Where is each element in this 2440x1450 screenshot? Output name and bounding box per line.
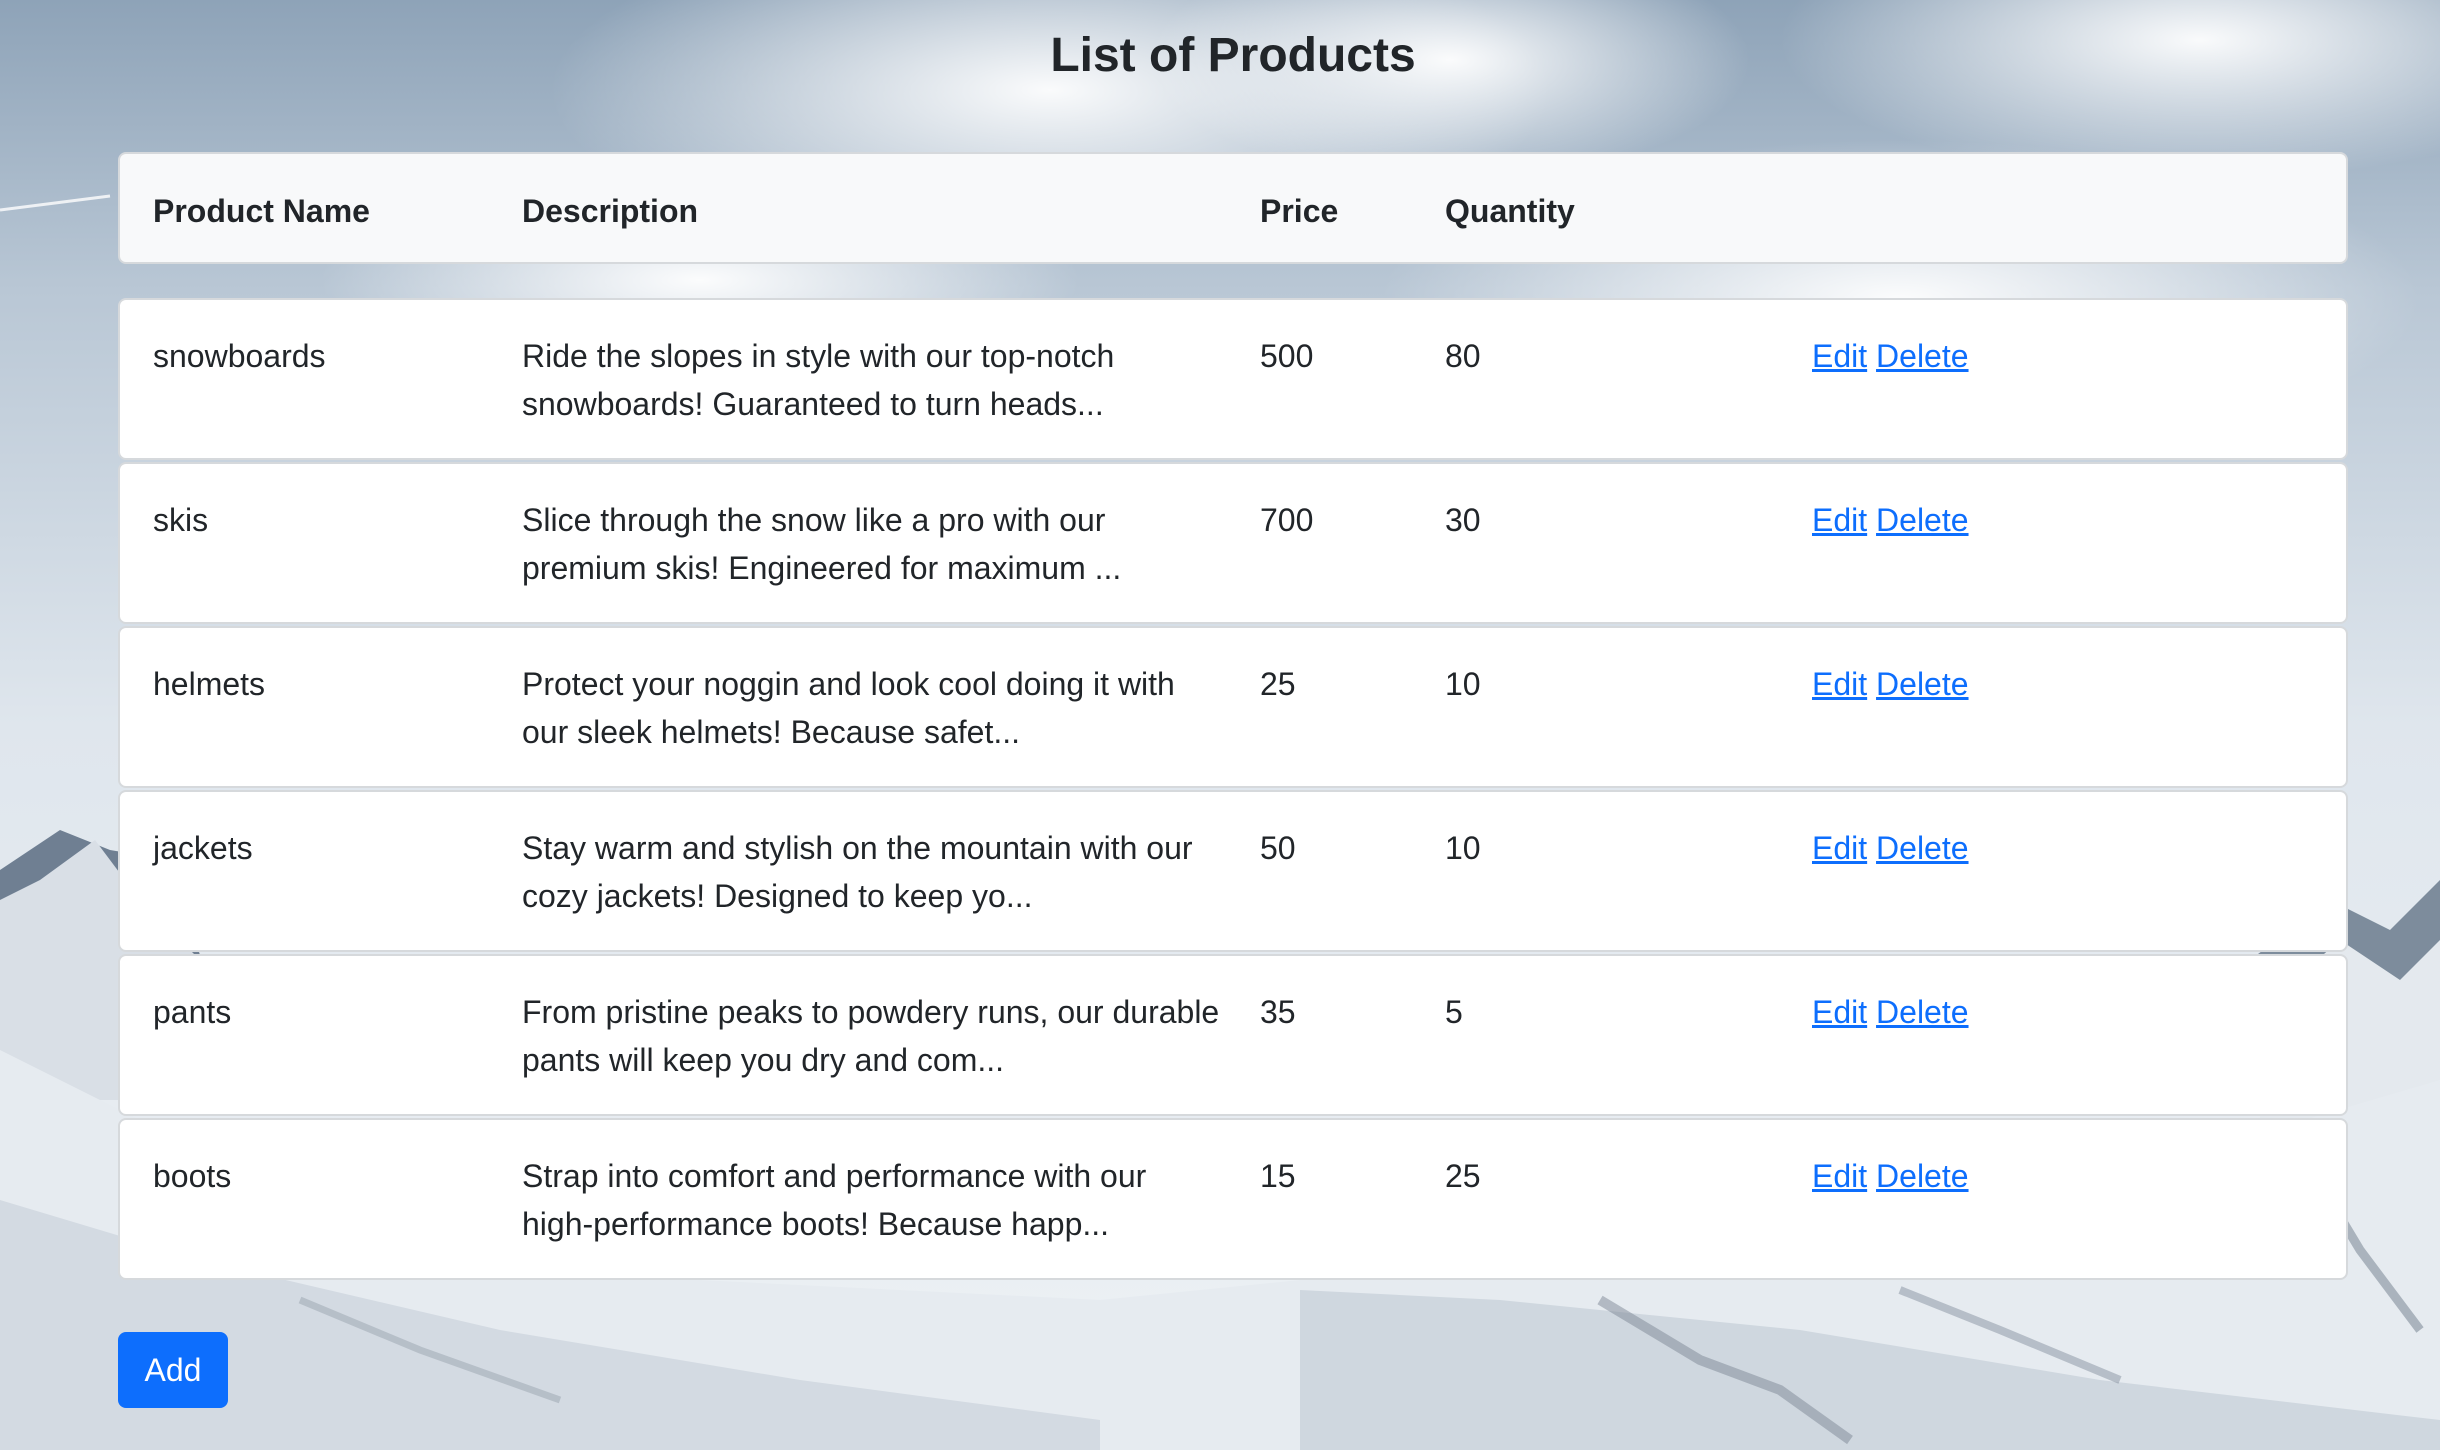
- product-name-cell: pants: [153, 994, 232, 1030]
- products-table: Product Name Description Price Quantity …: [118, 152, 2348, 1282]
- quantity-cell: 10: [1445, 830, 1481, 866]
- table-row: pants From pristine peaks to powdery run…: [118, 954, 2348, 1116]
- edit-link[interactable]: Edit: [1812, 830, 1867, 866]
- column-header-description: Description: [522, 193, 699, 229]
- product-name-cell: boots: [153, 1158, 232, 1194]
- actions-cell: Edit Delete: [1812, 988, 1969, 1036]
- column-header-quantity: Quantity: [1445, 193, 1575, 229]
- table-header: Product Name Description Price Quantity: [118, 152, 2348, 264]
- table-row: boots Strap into comfort and performance…: [118, 1118, 2348, 1280]
- price-cell: 35: [1260, 994, 1296, 1030]
- price-cell: 15: [1260, 1158, 1296, 1194]
- table-row: jackets Stay warm and stylish on the mou…: [118, 790, 2348, 952]
- description-cell: Strap into comfort and performance with …: [522, 1158, 1147, 1242]
- delete-link[interactable]: Delete: [1876, 830, 1969, 866]
- product-name-cell: skis: [153, 502, 209, 538]
- edit-link[interactable]: Edit: [1812, 666, 1867, 702]
- add-button[interactable]: Add: [118, 1332, 228, 1408]
- actions-cell: Edit Delete: [1812, 824, 1969, 872]
- price-cell: 700: [1260, 502, 1314, 538]
- table-body: snowboards Ride the slopes in style with…: [118, 298, 2348, 1280]
- actions-cell: Edit Delete: [1812, 332, 1969, 380]
- product-name-cell: helmets: [153, 666, 266, 702]
- product-name-cell: jackets: [153, 830, 253, 866]
- edit-link[interactable]: Edit: [1812, 994, 1867, 1030]
- quantity-cell: 5: [1445, 994, 1463, 1030]
- table-row: helmets Protect your noggin and look coo…: [118, 626, 2348, 788]
- page-title: List of Products: [1050, 29, 1416, 82]
- quantity-cell: 10: [1445, 666, 1481, 702]
- actions-cell: Edit Delete: [1812, 660, 1969, 708]
- price-cell: 25: [1260, 666, 1296, 702]
- quantity-cell: 80: [1445, 338, 1481, 374]
- delete-link[interactable]: Delete: [1876, 994, 1969, 1030]
- description-cell: Ride the slopes in style with our top-no…: [522, 338, 1115, 422]
- price-cell: 500: [1260, 338, 1314, 374]
- delete-link[interactable]: Delete: [1876, 338, 1969, 374]
- description-cell: Protect your noggin and look cool doing …: [522, 666, 1175, 750]
- column-header-product-name: Product Name: [153, 193, 370, 229]
- column-header-price: Price: [1260, 193, 1339, 229]
- quantity-cell: 30: [1445, 502, 1481, 538]
- edit-link[interactable]: Edit: [1812, 502, 1867, 538]
- actions-cell: Edit Delete: [1812, 496, 1969, 544]
- delete-link[interactable]: Delete: [1876, 1158, 1969, 1194]
- edit-link[interactable]: Edit: [1812, 1158, 1867, 1194]
- price-cell: 50: [1260, 830, 1296, 866]
- actions-cell: Edit Delete: [1812, 1152, 1969, 1200]
- table-row: skis Slice through the snow like a pro w…: [118, 462, 2348, 624]
- description-cell: Slice through the snow like a pro with o…: [522, 502, 1122, 586]
- delete-link[interactable]: Delete: [1876, 502, 1969, 538]
- product-name-cell: snowboards: [153, 338, 326, 374]
- page: List of Products Product Name Descriptio…: [0, 0, 2440, 1450]
- table-row: snowboards Ride the slopes in style with…: [118, 298, 2348, 460]
- description-cell: From pristine peaks to powdery runs, our…: [522, 994, 1220, 1078]
- quantity-cell: 25: [1445, 1158, 1481, 1194]
- delete-link[interactable]: Delete: [1876, 666, 1969, 702]
- description-cell: Stay warm and stylish on the mountain wi…: [522, 830, 1193, 914]
- edit-link[interactable]: Edit: [1812, 338, 1867, 374]
